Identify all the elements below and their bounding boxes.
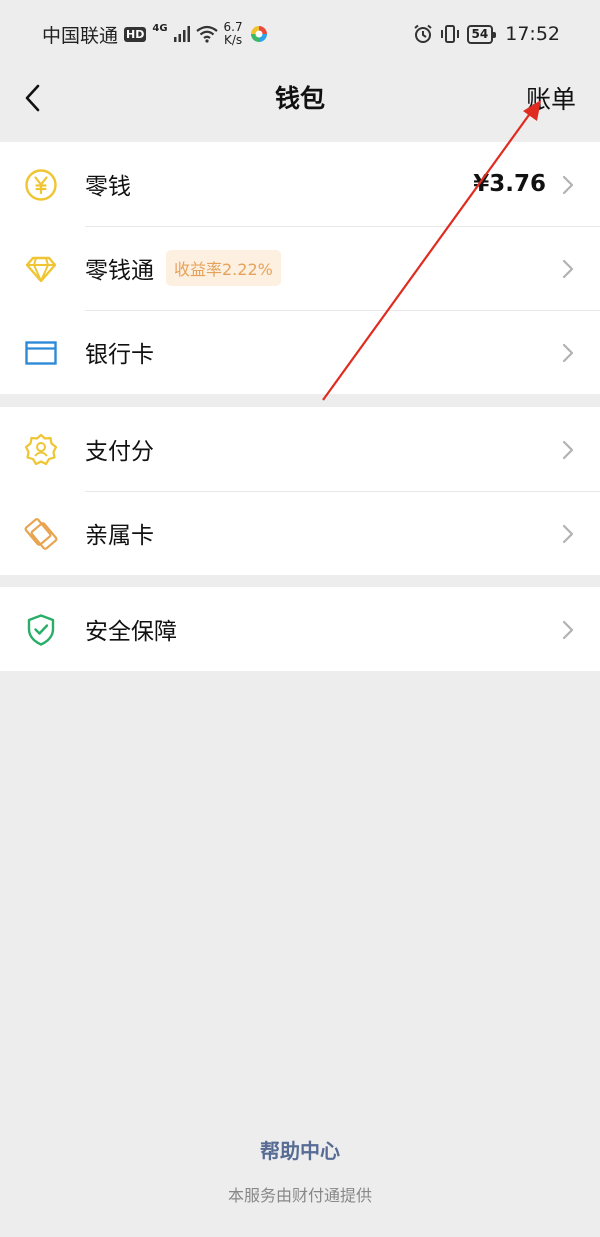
yuan-coin-icon — [24, 168, 58, 202]
change-row[interactable]: 零钱 ¥3.76 — [0, 142, 600, 226]
chevron-right-icon — [562, 440, 574, 460]
security-row[interactable]: 安全保障 — [0, 587, 600, 671]
network-type: 4G — [152, 22, 168, 34]
status-bar: 中国联通 HD 4G 6.7 K/s 54 17:52 — [0, 0, 600, 68]
bill-button[interactable]: 账单 — [526, 80, 576, 116]
bank-card-icon — [24, 336, 58, 370]
hd-badge: HD — [124, 26, 147, 42]
family-card-label: 亲属卡 — [85, 523, 154, 549]
carrier-name: 中国联通 — [42, 24, 119, 47]
alarm-icon — [413, 24, 432, 43]
network-speed: 6.7 K/s — [224, 21, 243, 47]
bank-card-row[interactable]: 银行卡 — [0, 310, 600, 394]
clock: 17:52 — [505, 23, 560, 45]
family-card-icon — [24, 517, 58, 551]
security-label: 安全保障 — [85, 619, 177, 645]
pay-score-label: 支付分 — [85, 439, 154, 465]
status-right: 54 17:52 — [413, 23, 560, 45]
licaitong-label: 零钱通 — [85, 258, 154, 284]
battery-indicator: 54 — [466, 24, 496, 44]
chevron-right-icon — [562, 259, 574, 279]
yield-rate-badge: 收益率2.22% — [166, 250, 281, 286]
app-notification-icon — [250, 26, 267, 42]
diamond-icon — [24, 252, 58, 286]
family-card-row[interactable]: 亲属卡 — [0, 491, 600, 575]
security-group: 安全保障 — [0, 587, 600, 671]
help-center-link[interactable]: 帮助中心 — [0, 1135, 600, 1164]
badge-star-icon — [24, 433, 58, 467]
chevron-right-icon — [562, 524, 574, 544]
wifi-icon — [195, 25, 218, 43]
status-left: 中国联通 HD 4G 6.7 K/s — [42, 21, 269, 48]
back-button[interactable] — [14, 78, 50, 118]
licaitong-row[interactable]: 零钱通 收益率2.22% — [0, 226, 600, 310]
speed-unit: K/s — [223, 33, 243, 47]
vibrate-icon — [440, 25, 459, 43]
provider-text: 本服务由财付通提供 — [227, 1186, 372, 1205]
shield-check-icon — [24, 613, 58, 647]
page-title: 钱包 — [274, 84, 325, 113]
chevron-left-icon — [25, 84, 40, 112]
change-label: 零钱 — [85, 174, 131, 200]
pay-score-row[interactable]: 支付分 — [0, 407, 600, 491]
signal-icon — [173, 26, 190, 42]
change-balance: ¥3.76 — [473, 171, 546, 197]
nav-bar: 钱包 账单 — [0, 68, 600, 126]
chevron-right-icon — [562, 620, 574, 640]
services-group: 支付分 亲属卡 — [0, 407, 600, 575]
chevron-right-icon — [562, 343, 574, 363]
footer: 帮助中心 本服务由财付通提供 — [0, 1135, 600, 1206]
balance-group: 零钱 ¥3.76 零钱通 收益率2.22% 银行卡 — [0, 142, 600, 394]
chevron-right-icon — [562, 175, 574, 195]
bank-card-label: 银行卡 — [85, 342, 154, 368]
